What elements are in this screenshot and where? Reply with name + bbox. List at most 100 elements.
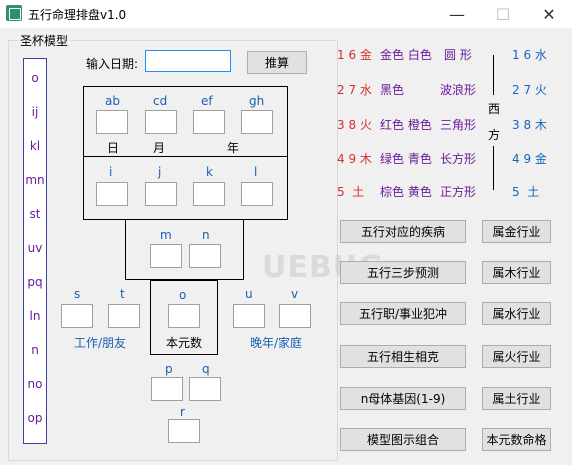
col-label-ab: ab: [105, 94, 120, 108]
element-shape-3: 三角形: [440, 118, 477, 132]
col-label-gh: gh: [249, 94, 265, 108]
label-u: u: [245, 287, 253, 301]
element-colors-5: 棕色 黄色: [380, 185, 432, 199]
minimize-button[interactable]: —: [434, 0, 480, 28]
element-colors-2: 黑色: [380, 83, 405, 97]
wood-industry-button[interactable]: 属木行业: [482, 261, 551, 284]
west-label-1: 西: [488, 102, 501, 116]
value-box-i: [96, 182, 128, 206]
list-item[interactable]: pq: [24, 275, 46, 289]
value-box-gh: [241, 110, 273, 134]
element-num-1: 1 6 金: [337, 48, 372, 62]
value-box-p: [151, 377, 183, 401]
mn-frame: [125, 219, 244, 280]
element-colors-4: 绿色 青色: [380, 152, 432, 166]
value-box-t: [108, 304, 140, 328]
value-box-ef: [193, 110, 225, 134]
list-item[interactable]: uv: [24, 241, 46, 255]
element-shape-1: 圆 形: [444, 48, 472, 62]
calculate-button[interactable]: 推算: [247, 51, 307, 74]
col-label-cd: cd: [153, 94, 168, 108]
col-label-ef: ef: [201, 94, 213, 108]
list-item[interactable]: mn: [24, 173, 46, 187]
fire-industry-button[interactable]: 属火行业: [482, 345, 551, 368]
value-box-n: [189, 244, 221, 268]
self-number-label: 本元数: [166, 336, 203, 350]
list-item[interactable]: n: [24, 343, 46, 357]
label-month: 月: [153, 141, 166, 155]
label-m: m: [160, 228, 172, 242]
element-num-5: 5 土: [337, 185, 365, 199]
model-list[interactable]: o ij kl mn st uv pq ln n no op: [23, 58, 47, 444]
label-p: p: [165, 362, 173, 376]
maximize-button[interactable]: ☐: [480, 0, 526, 28]
earth-industry-button[interactable]: 属土行业: [482, 387, 551, 410]
element-colors-1: 金色 白色: [380, 48, 432, 62]
value-box-u: [233, 304, 265, 328]
element-colors-3: 红色 橙色: [380, 118, 432, 132]
date-input[interactable]: [145, 50, 231, 72]
west-element-4: 4 9 金: [512, 152, 547, 166]
west-element-1: 1 6 水: [512, 48, 547, 62]
label-t: t: [120, 287, 125, 301]
late-family-label: 晚年/家庭: [250, 336, 303, 350]
app-icon: [6, 5, 22, 21]
three-step-predict-button[interactable]: 五行三步预测: [340, 261, 466, 284]
value-box-o: [168, 304, 200, 328]
col-label-i: i: [109, 165, 113, 179]
value-box-ab: [96, 110, 128, 134]
list-item[interactable]: kl: [24, 139, 46, 153]
mother-gene-button[interactable]: n母体基因(1-9): [340, 387, 466, 410]
value-box-k: [193, 182, 225, 206]
groupbox-label: 圣杯模型: [18, 32, 71, 49]
label-q: q: [202, 362, 210, 376]
west-element-3: 3 8 木: [512, 118, 547, 132]
label-year: 年: [227, 141, 240, 155]
value-box-v: [279, 304, 311, 328]
career-conflict-button[interactable]: 五行职/事业犯冲: [340, 302, 466, 325]
label-n: n: [202, 228, 210, 242]
west-label-2: 方: [488, 128, 501, 142]
west-element-5: 5 土: [512, 185, 540, 199]
element-num-3: 3 8 火: [337, 118, 372, 132]
col-label-k: k: [206, 165, 213, 179]
value-box-m: [150, 244, 182, 268]
west-element-2: 2 7 火: [512, 83, 547, 97]
element-shape-5: 正方形: [440, 185, 477, 199]
value-box-cd: [145, 110, 177, 134]
date-label: 输入日期:: [86, 57, 139, 71]
self-number-pattern-button[interactable]: 本元数命格: [482, 428, 551, 451]
value-box-s: [61, 304, 93, 328]
close-button[interactable]: ✕: [526, 0, 572, 28]
value-box-l: [241, 182, 273, 206]
label-r: r: [180, 405, 185, 419]
label-v: v: [291, 287, 299, 301]
list-item[interactable]: no: [24, 377, 46, 391]
model-diagram-button[interactable]: 模型图示组合: [340, 428, 466, 451]
element-num-2: 2 7 水: [337, 83, 372, 97]
work-friends-label: 工作/朋友: [74, 336, 127, 350]
list-item[interactable]: ij: [24, 105, 46, 119]
element-shape-2: 波浪形: [440, 83, 477, 97]
disease-button[interactable]: 五行对应的疾病: [340, 220, 466, 243]
metal-industry-button[interactable]: 属金行业: [482, 220, 551, 243]
list-item[interactable]: o: [24, 71, 46, 85]
value-box-q: [189, 377, 221, 401]
value-box-r: [168, 419, 200, 443]
list-item[interactable]: ln: [24, 309, 46, 323]
value-box-j: [145, 182, 177, 206]
generate-restrict-button[interactable]: 五行相生相克: [340, 345, 466, 368]
col-label-j: j: [158, 165, 162, 179]
water-industry-button[interactable]: 属水行业: [482, 302, 551, 325]
element-num-4: 4 9 木: [337, 152, 372, 166]
label-day: 日: [107, 141, 120, 155]
window-title: 五行命理排盘v1.0: [28, 8, 127, 22]
element-shape-4: 长方形: [440, 152, 477, 166]
label-o: o: [179, 288, 187, 302]
col-label-l: l: [254, 165, 258, 179]
list-item[interactable]: st: [24, 207, 46, 221]
west-divider-bottom: [493, 146, 494, 190]
west-divider-top: [493, 55, 494, 95]
label-s: s: [74, 287, 81, 301]
list-item[interactable]: op: [24, 411, 46, 425]
